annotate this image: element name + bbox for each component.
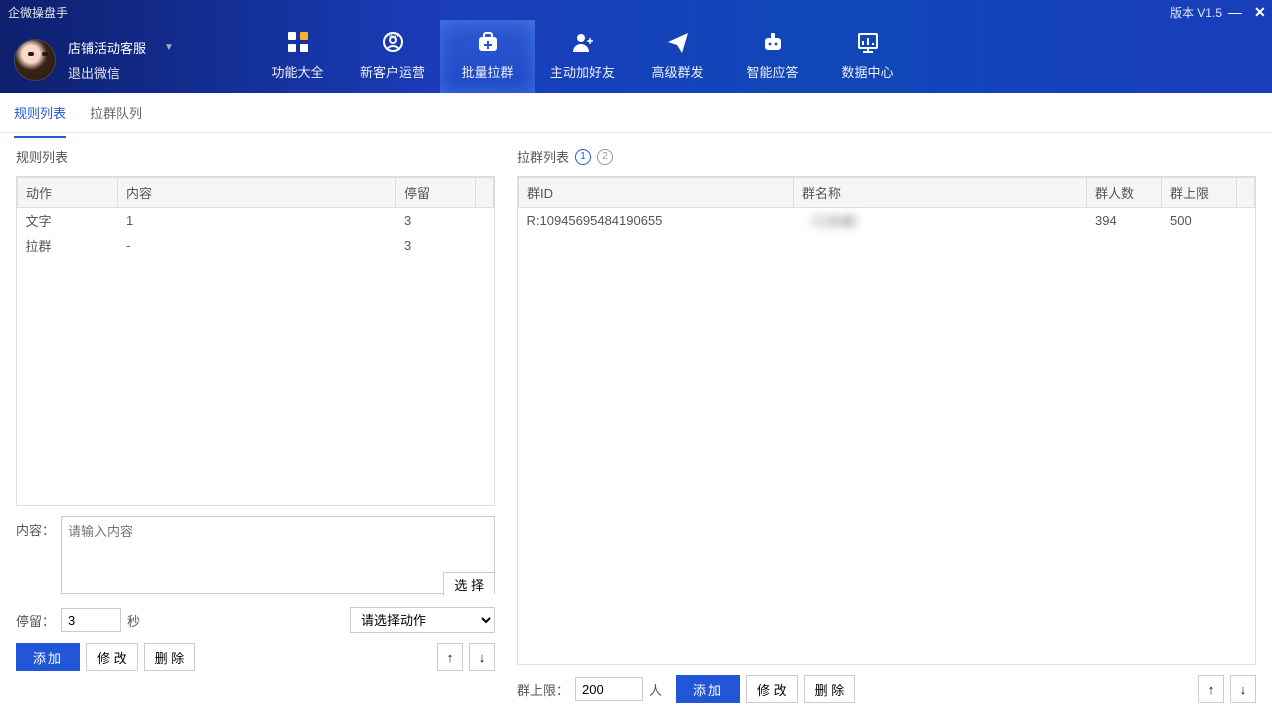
nav-label: 智能应答 xyxy=(746,62,798,81)
step-1-icon: 1 xyxy=(575,149,591,165)
left-panel: 规则列表 动作 内容 停留 文字 1 3 拉群 xyxy=(0,133,505,713)
tab-rules[interactable]: 规则列表 xyxy=(14,97,66,128)
robot-icon xyxy=(760,30,786,54)
minimize-button[interactable]: — xyxy=(1228,6,1240,18)
nav-addfriend[interactable]: 主动加好友 xyxy=(535,20,630,93)
limit-input[interactable] xyxy=(575,677,643,701)
nav-label: 主动加好友 xyxy=(550,62,615,81)
col-groupname[interactable]: 群名称 xyxy=(794,178,1087,208)
groups-table[interactable]: 群ID 群名称 群人数 群上限 R:10945695484190655 （已隐藏… xyxy=(517,176,1256,665)
stay-input[interactable] xyxy=(61,608,121,632)
rules-form: 内容： 选 择 停留： 秒 请选择动作 添加 修 改 删 除 xyxy=(16,506,495,671)
col-action[interactable]: 动作 xyxy=(18,178,118,208)
user-dropdown-icon[interactable]: ▼ xyxy=(164,42,174,53)
nav-label: 批量拉群 xyxy=(461,62,513,81)
col-content[interactable]: 内容 xyxy=(118,178,396,208)
delete-button[interactable]: 删 除 xyxy=(144,643,196,671)
rules-panel-title: 规则列表 xyxy=(16,147,495,166)
content-input[interactable] xyxy=(61,516,495,594)
nav-features[interactable]: 功能大全 xyxy=(250,20,345,93)
nav-label: 新客户运营 xyxy=(360,62,425,81)
chart-icon xyxy=(855,30,881,54)
groups-panel-title: 拉群列表 1 2 xyxy=(517,147,1256,166)
headset-icon: NEW xyxy=(380,30,406,54)
delete-button[interactable]: 删 除 xyxy=(804,675,856,703)
edit-button[interactable]: 修 改 xyxy=(746,675,798,703)
version-label: 版本 V1.5 xyxy=(1170,4,1222,21)
nav-pullgroup[interactable]: 批量拉群 xyxy=(440,20,535,93)
tab-queue[interactable]: 拉群队列 xyxy=(90,97,142,128)
svg-text:NEW: NEW xyxy=(387,33,399,39)
content: 规则列表 动作 内容 停留 文字 1 3 拉群 xyxy=(0,133,1272,713)
col-scroll xyxy=(476,178,494,208)
move-down-button[interactable]: ↓ xyxy=(469,643,495,671)
right-panel: 拉群列表 1 2 群ID 群名称 群人数 群上限 R:1094569548419… xyxy=(505,133,1272,713)
nav-broadcast[interactable]: 高级群发 xyxy=(630,20,725,93)
limit-label: 群上限： xyxy=(517,680,569,699)
nav-autoreply[interactable]: 智能应答 xyxy=(725,20,820,93)
col-groupid[interactable]: 群ID xyxy=(519,178,794,208)
send-icon xyxy=(665,30,691,54)
move-up-button[interactable]: ↑ xyxy=(1198,675,1224,703)
action-select[interactable]: 请选择动作 xyxy=(350,607,495,633)
nav-newcustomer[interactable]: NEW 新客户运营 xyxy=(345,20,440,93)
edit-button[interactable]: 修 改 xyxy=(86,643,138,671)
limit-unit: 人 xyxy=(649,680,662,699)
add-button[interactable]: 添加 xyxy=(16,643,80,671)
step-2-icon: 2 xyxy=(597,149,613,165)
stay-label: 停留： xyxy=(16,611,55,630)
add-button[interactable]: 添加 xyxy=(676,675,740,703)
col-stay[interactable]: 停留 xyxy=(396,178,476,208)
medkit-icon xyxy=(475,30,501,54)
stay-unit: 秒 xyxy=(127,611,140,630)
app-title: 企微操盘手 xyxy=(8,4,68,21)
main-nav: 功能大全 NEW 新客户运营 批量拉群 主动加好友 高级群发 xyxy=(250,0,915,93)
window-controls: — ✕ xyxy=(1228,6,1266,18)
move-down-button[interactable]: ↓ xyxy=(1230,675,1256,703)
logout-link[interactable]: 退出微信 xyxy=(68,63,174,82)
table-row[interactable]: 拉群 - 3 xyxy=(18,233,494,258)
col-scroll xyxy=(1237,178,1255,208)
move-up-button[interactable]: ↑ xyxy=(437,643,463,671)
user-name: 店铺活动客服 xyxy=(68,38,146,57)
header: 企微操盘手 版本 V1.5 — ✕ 店铺活动客服 ▼ 退出微信 功能大全 NEW… xyxy=(0,0,1272,93)
avatar[interactable] xyxy=(14,39,56,81)
grid-icon xyxy=(285,30,311,54)
nav-label: 数据中心 xyxy=(841,62,893,81)
content-label: 内容： xyxy=(16,520,55,539)
user-plus-icon xyxy=(570,30,596,54)
col-count[interactable]: 群人数 xyxy=(1087,178,1162,208)
rules-table[interactable]: 动作 内容 停留 文字 1 3 拉群 - 3 xyxy=(16,176,495,506)
table-row[interactable]: R:10945695484190655 （已隐藏） 394 500 xyxy=(519,208,1255,234)
close-button[interactable]: ✕ xyxy=(1254,6,1266,18)
sub-tabs: 规则列表 拉群队列 xyxy=(0,93,1272,133)
select-button[interactable]: 选 择 xyxy=(443,572,494,596)
col-limit[interactable]: 群上限 xyxy=(1162,178,1237,208)
nav-label: 高级群发 xyxy=(651,62,703,81)
table-row[interactable]: 文字 1 3 xyxy=(18,208,494,234)
nav-datacenter[interactable]: 数据中心 xyxy=(820,20,915,93)
nav-label: 功能大全 xyxy=(271,62,323,81)
